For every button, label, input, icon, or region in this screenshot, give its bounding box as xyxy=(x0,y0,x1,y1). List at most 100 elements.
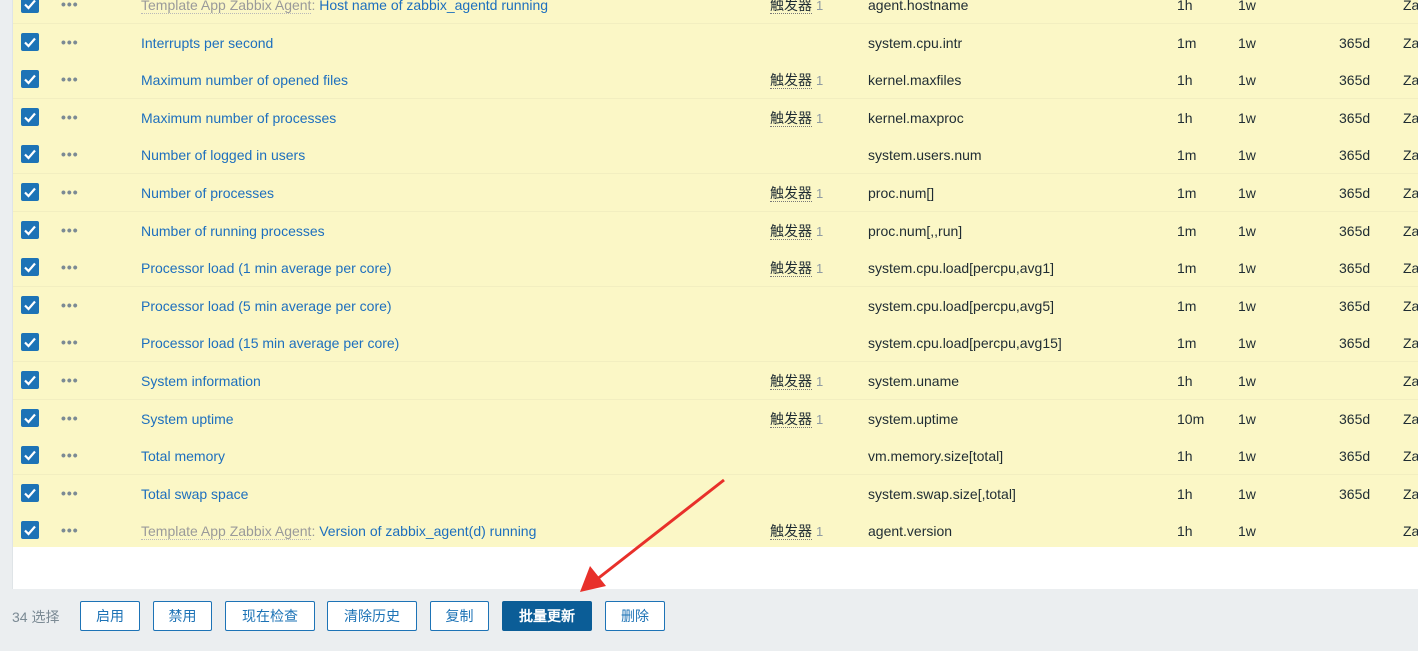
item-name-link[interactable]: Processor load (5 min average per core) xyxy=(141,296,392,316)
ellipsis-icon[interactable]: ••• xyxy=(61,0,79,14)
row-checkbox[interactable] xyxy=(21,333,39,352)
item-name-link[interactable]: System information xyxy=(141,371,261,391)
item-name-link[interactable]: Processor load (15 min average per core) xyxy=(141,333,399,353)
table-row[interactable]: ••• Number of processes 触发器 1 proc.num[] 1m 1w… xyxy=(13,174,1418,212)
ellipsis-icon[interactable]: ••• xyxy=(61,144,79,164)
row-checkbox[interactable] xyxy=(21,258,39,277)
item-name-link[interactable]: Template App Zabbix Agent: Version of za… xyxy=(141,521,536,541)
row-checkbox[interactable] xyxy=(21,483,39,502)
row-checkbox[interactable] xyxy=(21,295,39,314)
item-name-link[interactable]: Total swap space xyxy=(141,484,248,504)
triggers-link[interactable]: 触发器 1 xyxy=(770,258,823,279)
table-row[interactable]: ••• Processor load (15 min average per co… xyxy=(13,324,1418,363)
row-checkbox[interactable] xyxy=(21,70,39,89)
triggers-link[interactable]: 触发器 1 xyxy=(770,183,823,204)
item-name[interactable]: Total swap space xyxy=(141,486,248,502)
row-checkbox[interactable] xyxy=(21,408,39,427)
table-row[interactable]: ••• Total memory vm.memory.size[total] 1h 1w… xyxy=(13,437,1418,476)
item-name-link[interactable]: Processor load (1 min average per core) xyxy=(141,258,392,278)
item-name[interactable]: Host name of zabbix_agentd running xyxy=(319,0,548,13)
item-name[interactable]: Maximum number of opened files xyxy=(141,72,348,88)
triggers-link[interactable]: 触发器 1 xyxy=(770,371,823,392)
table-row[interactable]: ••• Template App Zabbix Agent: Version of… xyxy=(13,512,1418,547)
item-name-link[interactable]: Number of logged in users xyxy=(141,145,305,165)
item-name-link[interactable]: Number of processes xyxy=(141,183,274,203)
row-checkbox[interactable] xyxy=(21,107,39,126)
item-name[interactable]: Number of logged in users xyxy=(141,147,305,163)
ellipsis-icon[interactable]: ••• xyxy=(61,295,79,315)
item-name-link[interactable]: System uptime xyxy=(141,409,234,429)
copy-button[interactable]: 复制 xyxy=(430,601,489,631)
triggers-label[interactable]: 触发器 xyxy=(770,523,812,541)
triggers-link[interactable]: 触发器 1 xyxy=(770,70,823,91)
ellipsis-icon[interactable]: ••• xyxy=(61,69,79,89)
item-name-link[interactable]: Interrupts per second xyxy=(141,33,273,53)
template-link[interactable]: Template App Zabbix Agent xyxy=(141,523,312,541)
triggers-label[interactable]: 触发器 xyxy=(770,410,812,428)
triggers-link[interactable]: 触发器 1 xyxy=(770,0,823,16)
mass-update-button[interactable]: 批量更新 xyxy=(502,601,592,631)
table-row[interactable]: ••• Maximum number of opened files 触发器 1 ker… xyxy=(13,61,1418,100)
delete-button[interactable]: 删除 xyxy=(605,601,665,631)
triggers-link[interactable]: 触发器 1 xyxy=(770,409,823,430)
row-checkbox[interactable] xyxy=(21,145,39,164)
triggers-link[interactable]: 触发器 1 xyxy=(770,221,823,242)
ellipsis-icon[interactable]: ••• xyxy=(61,483,79,503)
ellipsis-icon[interactable]: ••• xyxy=(61,408,79,428)
row-checkbox[interactable] xyxy=(21,371,39,389)
item-name[interactable]: Processor load (15 min average per core) xyxy=(141,335,399,351)
table-row[interactable]: ••• System information 触发器 1 system.uname 1h 1… xyxy=(13,362,1418,400)
item-name[interactable]: Maximum number of processes xyxy=(141,110,336,126)
clear-history-button[interactable]: 清除历史 xyxy=(327,601,417,631)
item-name-link[interactable]: Template App Zabbix Agent: Host name of … xyxy=(141,0,548,15)
item-name[interactable]: Processor load (5 min average per core) xyxy=(141,298,392,314)
item-name[interactable]: System uptime xyxy=(141,411,234,427)
triggers-link[interactable]: 触发器 1 xyxy=(770,521,823,542)
table-row[interactable]: ••• Processor load (5 min average per cor… xyxy=(13,286,1418,325)
table-row[interactable]: ••• Number of logged in users system.users… xyxy=(13,136,1418,175)
triggers-label[interactable]: 触发器 xyxy=(770,373,812,390)
ellipsis-icon[interactable]: ••• xyxy=(61,520,79,540)
row-checkbox[interactable] xyxy=(21,183,39,201)
table-row[interactable]: ••• Maximum number of processes 触发器 1 kernel… xyxy=(13,98,1418,137)
item-name[interactable]: Number of processes xyxy=(141,185,274,201)
enable-button[interactable]: 启用 xyxy=(80,601,140,631)
ellipsis-icon[interactable]: ••• xyxy=(61,32,79,52)
template-link[interactable]: Template App Zabbix Agent xyxy=(141,0,312,14)
item-name[interactable]: Number of running processes xyxy=(141,223,325,239)
triggers-link[interactable]: 触发器 1 xyxy=(770,108,823,129)
ellipsis-icon[interactable]: ••• xyxy=(61,370,79,390)
ellipsis-icon[interactable]: ••• xyxy=(61,107,79,127)
ellipsis-icon[interactable]: ••• xyxy=(61,332,79,352)
disable-button[interactable]: 禁用 xyxy=(153,601,212,631)
row-checkbox[interactable] xyxy=(21,32,39,51)
item-name[interactable]: Processor load (1 min average per core) xyxy=(141,260,392,276)
item-name-link[interactable]: Maximum number of processes xyxy=(141,108,336,128)
item-name[interactable]: System information xyxy=(141,373,261,389)
ellipsis-icon[interactable]: ••• xyxy=(61,257,79,277)
ellipsis-icon[interactable]: ••• xyxy=(61,220,79,240)
ellipsis-icon[interactable]: ••• xyxy=(61,445,79,465)
triggers-label[interactable]: 触发器 xyxy=(770,0,812,14)
check-now-button[interactable]: 现在检查 xyxy=(225,601,315,631)
table-row[interactable]: ••• Total swap space system.swap.size[,tot… xyxy=(13,474,1418,513)
row-checkbox[interactable] xyxy=(21,0,39,13)
item-name[interactable]: Interrupts per second xyxy=(141,35,273,51)
row-checkbox[interactable] xyxy=(21,446,39,465)
table-row[interactable]: ••• System uptime 触发器 1 system.uptime 10m 1w 36… xyxy=(13,399,1418,438)
triggers-label[interactable]: 触发器 xyxy=(770,222,812,240)
triggers-label[interactable]: 触发器 xyxy=(770,72,812,90)
item-name-link[interactable]: Total memory xyxy=(141,446,225,466)
table-row[interactable]: ••• Processor load (1 min average per cor… xyxy=(13,249,1418,288)
triggers-label[interactable]: 触发器 xyxy=(770,185,812,202)
item-name[interactable]: Total memory xyxy=(141,448,225,464)
triggers-label[interactable]: 触发器 xyxy=(770,260,812,278)
table-row[interactable]: ••• Template App Zabbix Agent: Host name … xyxy=(13,0,1418,24)
ellipsis-icon[interactable]: ••• xyxy=(61,182,79,202)
row-checkbox[interactable] xyxy=(21,521,39,540)
table-row[interactable]: ••• Interrupts per second system.cpu.intr 1… xyxy=(13,23,1418,62)
item-name[interactable]: Version of zabbix_agent(d) running xyxy=(319,523,536,539)
row-checkbox[interactable] xyxy=(21,220,39,239)
item-name-link[interactable]: Maximum number of opened files xyxy=(141,70,348,90)
triggers-label[interactable]: 触发器 xyxy=(770,109,812,127)
